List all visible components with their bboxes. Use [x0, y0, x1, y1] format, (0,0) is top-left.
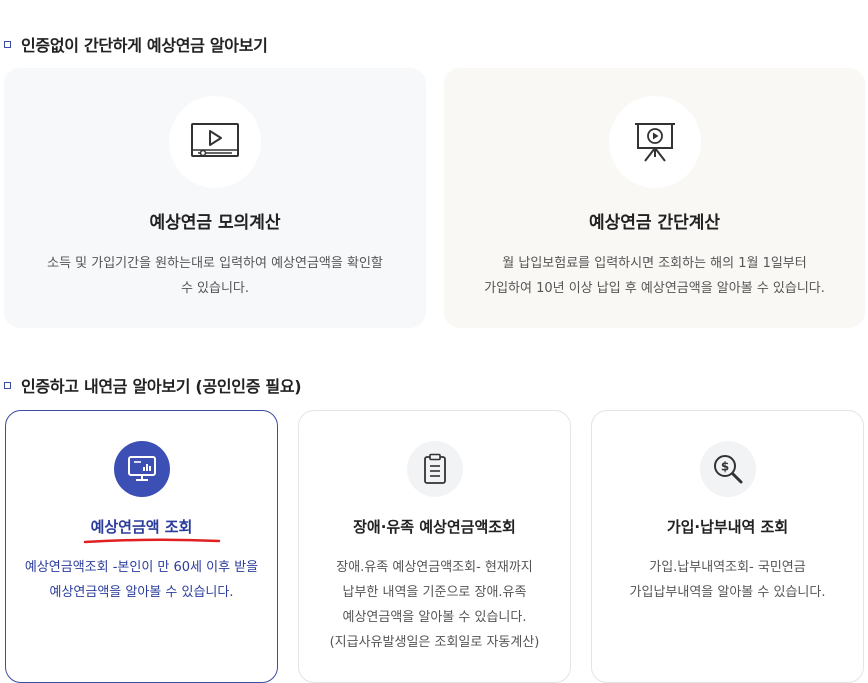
- card-simple-calculation[interactable]: 예상연금 간단계산 월 납입보험료를 입력하시면 조회하는 해의 1월 1일부터…: [444, 68, 865, 328]
- card-title: 예상연금액 조회: [90, 518, 193, 536]
- svg-text:$: $: [720, 460, 728, 474]
- card-title: 예상연금 간단계산: [588, 213, 721, 233]
- card-title: 예상연금 모의계산: [149, 213, 281, 233]
- card-description: 월 납입보험료를 입력하시면 조회하는 해의 1월 1일부터 가입하여 10년 …: [484, 256, 825, 296]
- section-title-no-auth: 인증없이 간단하게 예상연금 알아보기: [4, 32, 268, 56]
- card-title: 장애·유족 예상연금액조회: [353, 518, 516, 536]
- section-title-text: 인증없이 간단하게 예상연금 알아보기: [21, 36, 268, 55]
- card-description: 예상연금액조회 -본인이 만 60세 이후 받을 예상연금액을 알아볼 수 있습…: [24, 560, 259, 600]
- card-subscription-payment-history[interactable]: $ 가입·납부내역 조회 가입.납부내역조회- 국민연금 가입납부내역을 알아볼…: [591, 410, 864, 683]
- card-title: 가입·납부내역 조회: [666, 518, 789, 536]
- card-disability-survivor-pension[interactable]: 장애·유족 예상연금액조회 장애.유족 예상연금액조회- 현재까지 납부한 내역…: [298, 410, 571, 683]
- card-mock-calculation[interactable]: 예상연금 모의계산 소득 및 가입기간을 원하는대로 입력하여 예상연금액을 확…: [4, 68, 426, 328]
- bullet-square-icon: [4, 40, 11, 48]
- card-estimated-pension[interactable]: 예상연금액 조회 예상연금액조회 -본인이 만 60세 이후 받을 예상연금액을…: [5, 410, 278, 683]
- presentation-board-icon: [608, 96, 701, 188]
- section-title-text: 인증하고 내연금 알아보기 (공인인증 필요): [21, 377, 302, 396]
- section-title-with-auth: 인증하고 내연금 알아보기 (공인인증 필요): [4, 373, 302, 397]
- bullet-square-icon: [4, 381, 11, 389]
- card-description: 소득 및 가입기간을 원하는대로 입력하여 예상연금액을 확인할 수 있습니다.: [47, 256, 383, 296]
- clipboard-icon: [406, 441, 463, 497]
- money-search-icon: $: [699, 441, 756, 497]
- card-description: 가입.납부내역조회- 국민연금 가입납부내역을 알아볼 수 있습니다.: [629, 560, 826, 600]
- card-description: 장애.유족 예상연금액조회- 현재까지 납부한 내역을 기준으로 장애.유족 예…: [329, 560, 540, 650]
- highlight-underline: [83, 538, 221, 544]
- monitor-chart-icon: [113, 441, 170, 497]
- video-player-icon: [169, 96, 261, 188]
